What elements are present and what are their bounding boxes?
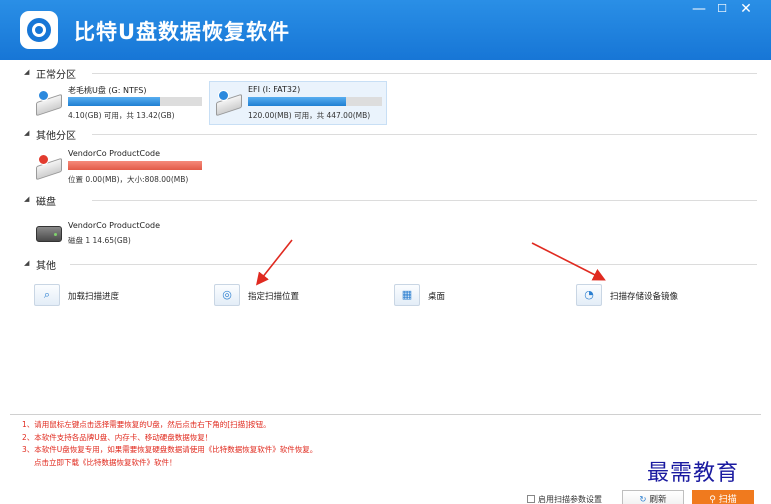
drive-name: 老毛桃U盘 (G: NTFS) [68, 86, 147, 95]
drive-name: EFI (I: FAT32) [248, 85, 301, 94]
collapse-triangle-icon[interactable]: ◢ [24, 129, 29, 137]
collapse-triangle-icon[interactable]: ◢ [24, 68, 29, 76]
section-disks[interactable]: ◢ 磁盘 [0, 193, 771, 208]
tool-label: 加载扫描进度 [68, 292, 120, 302]
close-button[interactable]: ✕ [735, 2, 757, 18]
load-progress-icon: ⌕ [34, 284, 60, 306]
checkbox[interactable] [527, 495, 535, 503]
capacity-bar [68, 97, 202, 106]
divider [92, 134, 757, 135]
app-title: 比特U盘数据恢复软件 [74, 20, 291, 44]
scan-button[interactable]: ⚲ 扫描 [692, 490, 754, 504]
target-location-icon: ◎ [214, 284, 240, 306]
drive-capacity: 120.00(MB) 可用，共 447.00(MB) [248, 111, 371, 120]
section-other[interactable]: ◢ 其他 [0, 257, 771, 272]
target-location-button[interactable]: ◎ 指定扫描位置 [214, 284, 334, 308]
option-label: 启用扫描参数设置 [538, 495, 602, 504]
tool-label: 指定扫描位置 [248, 292, 300, 302]
usb-drive-icon [36, 90, 62, 117]
section-label: 其他 [36, 261, 56, 272]
partition-name: VendorCo ProductCode [68, 149, 160, 158]
section-label: 其他分区 [36, 131, 76, 142]
download-link[interactable]: 点击立即下载《比特数据恢复软件》软件！ [22, 457, 317, 470]
note-line: 1、请用鼠标左键点击选择需要恢复的U盘，然后点击右下角的[扫描]按钮。 [22, 420, 271, 429]
title-bar: 比特U盘数据恢复软件 — ☐ ✕ [0, 0, 771, 60]
maximize-button[interactable]: ☐ [711, 2, 733, 18]
section-other-partitions[interactable]: ◢ 其他分区 [0, 127, 771, 142]
collapse-triangle-icon[interactable]: ◢ [24, 195, 29, 203]
desktop-button[interactable]: ▦ 桌面 [394, 284, 494, 308]
desktop-icon: ▦ [394, 284, 420, 306]
divider [10, 414, 761, 415]
app-logo-icon [20, 11, 58, 49]
scan-icon: ⚲ [709, 495, 719, 504]
tool-label: 桌面 [428, 292, 446, 302]
refresh-button[interactable]: ↻ 刷新 [622, 490, 684, 504]
drive-capacity: 4.10(GB) 可用，共 13.42(GB) [68, 111, 175, 120]
drive-item-efi[interactable]: EFI (I: FAT32) 120.00(MB) 可用，共 447.00(MB… [209, 81, 387, 125]
note-line: 3、本软件U盘恢复专用，如果需要恢复硬盘数据请使用《比特数据恢复软件》软件恢复。 [22, 445, 318, 454]
disk-info: 磁盘 1 14.65(GB) [68, 236, 131, 245]
note-line: 2、本软件支持各品牌U盘、内存卡、移动硬盘数据恢复！ [22, 432, 213, 442]
scan-label: 扫描 [718, 495, 737, 504]
divider [92, 200, 757, 201]
disk-item-vendorco[interactable]: VendorCo ProductCode 磁盘 1 14.65(GB) [30, 218, 210, 250]
disk-image-button[interactable]: ◔ 扫描存储设备镜像 [576, 284, 716, 308]
scan-settings-option[interactable]: 启用扫描参数设置 [527, 494, 602, 504]
divider [70, 264, 757, 265]
hard-disk-icon [36, 220, 62, 246]
section-label: 正常分区 [36, 70, 76, 81]
partition-info: 位置 0.00(MB)，大小:808.00(MB) [68, 175, 189, 184]
divider [92, 73, 757, 74]
collapse-triangle-icon[interactable]: ◢ [24, 259, 29, 267]
drive-item-g[interactable]: 老毛桃U盘 (G: NTFS) 4.10(GB) 可用，共 13.42(GB) [30, 82, 206, 124]
capacity-bar [68, 161, 202, 170]
usb-drive-icon [216, 90, 242, 117]
section-label: 磁盘 [36, 197, 56, 208]
partition-item-vendorco[interactable]: VendorCo ProductCode 位置 0.00(MB)，大小:808.… [30, 146, 210, 188]
section-normal-partitions[interactable]: ◢ 正常分区 [0, 66, 771, 81]
refresh-label: 刷新 [649, 495, 667, 504]
capacity-bar [248, 97, 382, 106]
refresh-icon: ↻ [639, 495, 647, 504]
disk-image-icon: ◔ [576, 284, 602, 306]
disk-name: VendorCo ProductCode [68, 221, 160, 230]
watermark: 最需教育 [647, 461, 740, 486]
usb-drive-icon [36, 154, 62, 181]
tool-label: 扫描存储设备镜像 [610, 292, 679, 302]
load-progress-button[interactable]: ⌕ 加载扫描进度 [34, 284, 154, 308]
help-notes: 1、请用鼠标左键点击选择需要恢复的U盘，然后点击右下角的[扫描]按钮。 2、本软… [22, 419, 317, 469]
minimize-button[interactable]: — [688, 2, 710, 18]
